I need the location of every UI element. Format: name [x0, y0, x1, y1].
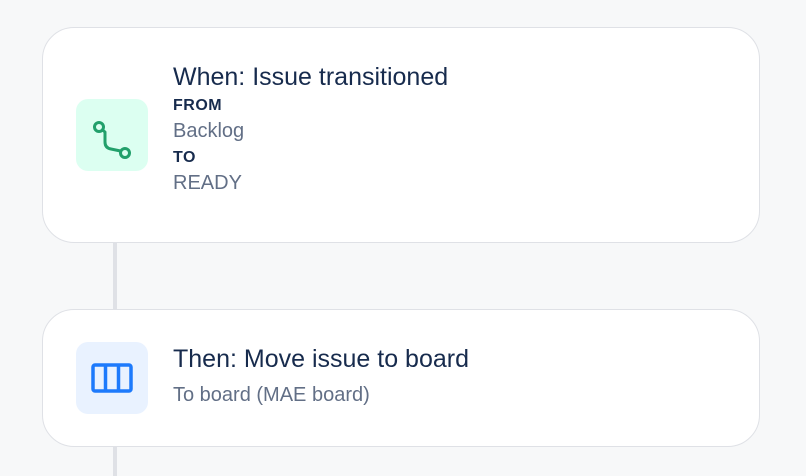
action-title: Then: Move issue to board: [173, 345, 469, 373]
board-columns-icon: [91, 363, 133, 393]
transition-icon: [93, 121, 131, 159]
trigger-card[interactable]: When: Issue transitioned FROM Backlog TO…: [42, 27, 760, 243]
from-value: Backlog: [173, 120, 245, 142]
action-card[interactable]: Then: Move issue to board To board (MAE …: [42, 309, 760, 447]
flow-connector: [113, 240, 117, 312]
from-label: FROM: [173, 97, 223, 114]
flow-connector: [113, 444, 117, 476]
trigger-icon-tile: [76, 99, 148, 171]
action-subtitle: To board (MAE board): [173, 384, 370, 406]
to-value: READY: [173, 172, 242, 194]
to-label: TO: [173, 149, 196, 166]
action-icon-tile: [76, 342, 148, 414]
trigger-title: When: Issue transitioned: [173, 63, 449, 91]
